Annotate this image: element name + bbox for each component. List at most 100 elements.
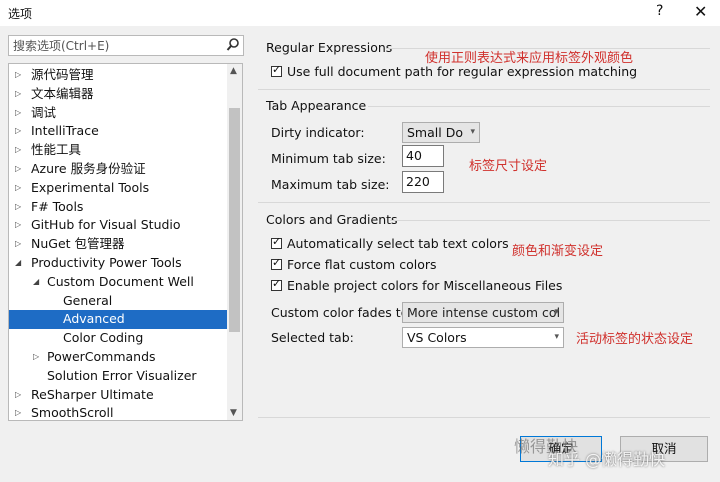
- tree-item[interactable]: ▷ NuGet 包管理器: [9, 235, 228, 254]
- flat-colors-checkbox[interactable]: Force flat custom colors: [271, 256, 437, 272]
- tree-item-label: Color Coding: [63, 330, 144, 346]
- auto-text-color-checkbox[interactable]: Automatically select tab text colors: [271, 235, 509, 251]
- regex-checkbox[interactable]: Use full document path for regular expre…: [271, 63, 637, 79]
- collapse-arrow-icon[interactable]: ◢: [33, 273, 39, 292]
- expand-arrow-icon[interactable]: ▷: [15, 386, 21, 405]
- expand-arrow-icon[interactable]: ▷: [15, 235, 21, 254]
- help-button[interactable]: ?: [656, 3, 663, 19]
- tree-item-label: NuGet 包管理器: [31, 236, 125, 252]
- scroll-up-icon[interactable]: ▲: [230, 66, 237, 76]
- flat-colors-label: Force flat custom colors: [287, 257, 437, 272]
- tree-item-label: Advanced: [63, 311, 125, 327]
- tree-item-label: 性能工具: [31, 142, 82, 158]
- expand-arrow-icon[interactable]: ▷: [15, 85, 21, 104]
- auto-text-color-label: Automatically select tab text colors: [287, 236, 509, 251]
- tree-item-label: General: [63, 292, 113, 308]
- tree-item[interactable]: ▷ 调试: [9, 104, 228, 123]
- tab-size-note: 标签尺寸设定: [469, 159, 548, 174]
- checkbox-checked-icon[interactable]: [271, 256, 282, 270]
- tree-item-label: Experimental Tools: [31, 179, 150, 195]
- tree-item[interactable]: ▷ PowerCommands: [9, 348, 228, 367]
- expand-arrow-icon[interactable]: ▷: [15, 160, 21, 179]
- colors-group-title: Colors and Gradients: [266, 212, 398, 227]
- tree-item[interactable]: ▷ IntelliTrace: [9, 122, 228, 141]
- bottom-divider: [258, 417, 710, 418]
- chevron-down-icon[interactable]: ▾: [554, 328, 559, 347]
- title-bar: 选项 ? ✕: [0, 0, 720, 26]
- search-icon[interactable]: [226, 37, 240, 56]
- expand-arrow-icon[interactable]: ▷: [15, 66, 21, 85]
- tree-item-label: 调试: [31, 104, 57, 120]
- expand-arrow-icon[interactable]: ▷: [15, 122, 21, 141]
- color-fades-value: More intense custom col: [407, 305, 561, 320]
- scroll-thumb[interactable]: [229, 108, 240, 332]
- tree-item[interactable]: Solution Error Visualizer: [9, 367, 228, 386]
- expand-arrow-icon[interactable]: ▷: [15, 198, 21, 217]
- min-tab-size-label: Minimum tab size:: [271, 151, 386, 166]
- tree-item[interactable]: ▷ Experimental Tools: [9, 179, 228, 198]
- tree-list: ▷ 源代码管理 ▷ 文本编辑器 ▷ 调试 ▷ IntelliTrace ▷ 性能工具 ▷ Azure …: [9, 66, 228, 421]
- tree-item[interactable]: ◢ Productivity Power Tools: [9, 254, 228, 273]
- divider: [258, 202, 710, 203]
- max-tab-size-label: Maximum tab size:: [271, 177, 390, 192]
- expand-arrow-icon[interactable]: ▷: [33, 348, 39, 367]
- tree-item-label: F# Tools: [31, 198, 84, 214]
- tree-item[interactable]: ▷ Azure 服务身份验证: [9, 160, 228, 179]
- selected-tab-select[interactable]: VS Colors ▾: [402, 327, 564, 348]
- divider: [258, 89, 710, 90]
- color-fades-label: Custom color fades to:: [271, 305, 413, 320]
- tree-item-label: PowerCommands: [47, 348, 156, 364]
- tree-item-label: 源代码管理: [31, 67, 94, 82]
- tree-item[interactable]: ▷ GitHub for Visual Studio: [9, 216, 228, 235]
- project-colors-label: Enable project colors for Miscellaneous …: [287, 278, 563, 293]
- tree-item-label: IntelliTrace: [31, 123, 99, 139]
- tree-item-label: Productivity Power Tools: [31, 254, 182, 270]
- collapse-arrow-icon[interactable]: ◢: [15, 254, 21, 273]
- chevron-down-icon[interactable]: ▾: [470, 123, 475, 142]
- colors-note: 颜色和渐变设定: [512, 244, 604, 259]
- expand-arrow-icon[interactable]: ▷: [15, 179, 21, 198]
- max-tab-size-input[interactable]: 220: [402, 171, 444, 193]
- dirty-indicator-select[interactable]: Small Do ▾: [402, 122, 480, 143]
- search-box[interactable]: [8, 35, 244, 56]
- close-button[interactable]: ✕: [694, 2, 707, 21]
- zhihu-watermark: 知乎 @懒得勤快: [548, 450, 666, 469]
- tab-group-divider: [368, 106, 710, 107]
- checkbox-checked-icon[interactable]: [271, 235, 282, 249]
- checkbox-checked-icon[interactable]: [271, 277, 282, 291]
- tree-item-label: GitHub for Visual Studio: [31, 217, 181, 233]
- min-tab-size-input[interactable]: 40: [402, 145, 444, 167]
- scroll-down-icon[interactable]: ▼: [230, 408, 237, 418]
- tree-scrollbar[interactable]: ▲ ▼: [227, 64, 242, 420]
- colors-group-divider: [390, 220, 710, 221]
- tree-item-label: SmoothScroll: [31, 405, 114, 421]
- tab-group-title: Tab Appearance: [266, 98, 367, 113]
- window-title: 选项: [8, 7, 33, 21]
- tree-item[interactable]: ▷ 性能工具: [9, 141, 228, 160]
- tree-item[interactable]: ▷ SmoothScroll: [9, 404, 228, 421]
- expand-arrow-icon[interactable]: ▷: [15, 141, 21, 160]
- tree-item[interactable]: ▷ F# Tools: [9, 198, 228, 217]
- color-fades-select[interactable]: More intense custom col ▾: [402, 302, 564, 323]
- tree-item-label: Solution Error Visualizer: [47, 367, 197, 383]
- tree-item[interactable]: ◢ Custom Document Well: [9, 273, 228, 292]
- tree-item[interactable]: Color Coding: [9, 329, 228, 348]
- search-input[interactable]: [9, 36, 218, 55]
- options-tree[interactable]: ▷ 源代码管理 ▷ 文本编辑器 ▷ 调试 ▷ IntelliTrace ▷ 性能工具 ▷ Azure …: [8, 63, 243, 421]
- tree-item[interactable]: ▷ 源代码管理: [9, 66, 228, 85]
- tree-item[interactable]: ▷ 文本编辑器: [9, 85, 228, 104]
- dirty-indicator-label: Dirty indicator:: [271, 125, 365, 140]
- tree-item[interactable]: ▷ ReSharper Ultimate: [9, 386, 228, 405]
- regex-group-title: Regular Expressions: [266, 40, 393, 55]
- tree-item[interactable]: General: [9, 292, 228, 311]
- chevron-down-icon[interactable]: ▾: [554, 303, 559, 322]
- project-colors-checkbox[interactable]: Enable project colors for Miscellaneous …: [271, 277, 563, 293]
- tree-item-label: 文本编辑器: [31, 85, 94, 101]
- selected-tab-label: Selected tab:: [271, 330, 354, 345]
- expand-arrow-icon[interactable]: ▷: [15, 216, 21, 235]
- checkbox-checked-icon[interactable]: [271, 63, 282, 77]
- tree-item[interactable]: Advanced: [9, 310, 228, 330]
- expand-arrow-icon[interactable]: ▷: [15, 104, 21, 123]
- tree-item-label: Custom Document Well: [47, 273, 194, 289]
- expand-arrow-icon[interactable]: ▷: [15, 404, 21, 420]
